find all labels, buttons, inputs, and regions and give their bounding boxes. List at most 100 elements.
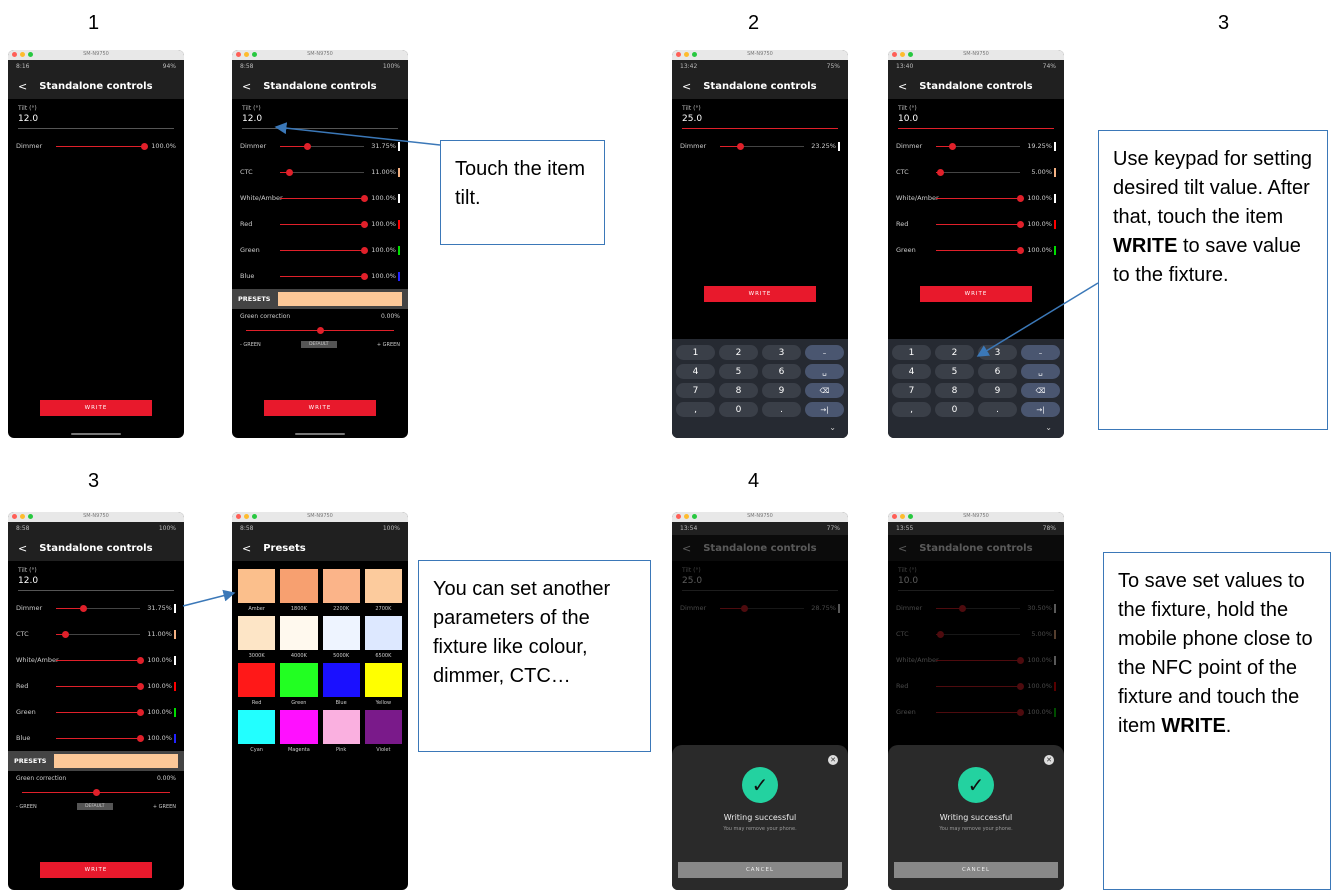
keypad-key[interactable]: . [978, 402, 1017, 417]
slider-knob[interactable] [62, 630, 70, 638]
keypad-key[interactable]: 0 [719, 402, 758, 417]
keypad-key[interactable]: ⌫ [805, 383, 844, 398]
slider-track[interactable] [56, 604, 140, 612]
keypad-key[interactable]: 1 [676, 345, 715, 360]
write-button[interactable]: WRITE [704, 286, 816, 302]
slider-track[interactable] [936, 604, 1020, 612]
slider-knob[interactable] [137, 656, 144, 664]
keypad-key[interactable]: 3 [762, 345, 801, 360]
slider-knob[interactable] [1017, 194, 1024, 202]
slider-track[interactable] [936, 708, 1024, 716]
default-button[interactable]: DEFAULT [301, 341, 337, 348]
keypad-key[interactable]: , [676, 402, 715, 417]
preset-swatch[interactable] [280, 569, 318, 603]
tilt-field[interactable]: Tilt (°) 10.0 [888, 99, 1064, 133]
preset-swatch[interactable] [238, 569, 276, 603]
slider-track[interactable] [936, 168, 1020, 176]
green-correction-slider[interactable] [22, 789, 170, 796]
keypad-key[interactable]: 6 [978, 364, 1017, 379]
preset-swatch[interactable] [280, 663, 318, 697]
keypad-key[interactable]: 5 [935, 364, 974, 379]
slider-track[interactable] [936, 682, 1024, 690]
back-icon[interactable]: < [682, 542, 691, 555]
keypad-key[interactable]: 7 [676, 383, 715, 398]
back-icon[interactable]: < [242, 542, 251, 555]
keypad-key[interactable]: 3 [978, 345, 1017, 360]
slider-track[interactable] [280, 168, 364, 176]
keypad-key[interactable]: →| [805, 402, 844, 417]
green-correction-slider[interactable] [246, 327, 394, 334]
back-icon[interactable]: < [242, 80, 251, 93]
slider-track[interactable] [280, 220, 368, 228]
slider-knob[interactable] [1017, 708, 1024, 716]
slider-track[interactable] [280, 246, 368, 254]
slider-track[interactable] [936, 194, 1024, 202]
default-button[interactable]: DEFAULT [77, 803, 113, 810]
slider-knob[interactable] [1017, 246, 1024, 254]
write-button[interactable]: WRITE [40, 862, 152, 878]
preset-item[interactable]: Green [280, 663, 318, 706]
slider-track[interactable] [56, 142, 148, 150]
preset-swatch[interactable] [364, 569, 402, 603]
keyboard-collapse-icon[interactable]: ⌄ [892, 421, 1060, 438]
preset-item[interactable]: 6500K [364, 616, 402, 659]
slider-knob[interactable] [361, 272, 368, 280]
keypad-key[interactable]: 7 [892, 383, 931, 398]
keypad-key[interactable]: ␣ [1021, 364, 1060, 379]
slider-knob[interactable] [79, 604, 87, 612]
preset-swatch[interactable] [238, 616, 276, 650]
slider-track[interactable] [56, 656, 144, 664]
slider-track[interactable] [56, 630, 140, 638]
tilt-field[interactable]: Tilt (°) 12.0 [8, 99, 184, 133]
keypad-key[interactable]: , [892, 402, 931, 417]
cancel-button[interactable]: CANCEL [678, 862, 842, 878]
green-correction-knob[interactable] [317, 327, 324, 334]
preset-swatch[interactable] [322, 569, 360, 603]
preset-item[interactable]: Blue [322, 663, 360, 706]
preset-swatch[interactable] [364, 616, 402, 650]
preset-item[interactable]: Pink [322, 710, 360, 753]
slider-track[interactable] [720, 604, 804, 612]
slider-track[interactable] [936, 630, 1020, 638]
close-dialog-icon[interactable]: ✕ [828, 755, 838, 765]
slider-knob[interactable] [1017, 220, 1024, 228]
keypad-key[interactable]: 5 [719, 364, 758, 379]
slider-knob[interactable] [286, 168, 294, 176]
preset-swatch[interactable] [280, 616, 318, 650]
slider-knob[interactable] [937, 630, 945, 638]
slider-track[interactable] [720, 142, 804, 150]
write-button[interactable]: WRITE [40, 400, 152, 416]
slider-knob[interactable] [137, 682, 144, 690]
write-button[interactable]: WRITE [920, 286, 1032, 302]
preset-swatch[interactable] [322, 616, 360, 650]
tilt-value[interactable]: 12.0 [18, 576, 174, 586]
tilt-field[interactable]: Tilt (°) 12.0 [232, 99, 408, 133]
presets-bar[interactable]: PRESETS [232, 289, 408, 309]
keypad-key[interactable]: . [762, 402, 801, 417]
keypad-key[interactable]: ␣ [805, 364, 844, 379]
back-icon[interactable]: < [898, 542, 907, 555]
back-icon[interactable]: < [18, 542, 27, 555]
green-correction-knob[interactable] [93, 789, 100, 796]
slider-knob[interactable] [361, 220, 368, 228]
preset-color-chip[interactable] [278, 292, 402, 306]
write-button[interactable]: WRITE [264, 400, 376, 416]
tilt-value[interactable]: 25.0 [682, 114, 838, 124]
keypad-key[interactable]: 8 [719, 383, 758, 398]
slider-knob[interactable] [958, 604, 966, 612]
preset-color-chip[interactable] [54, 754, 178, 768]
preset-item[interactable]: 3000K [238, 616, 276, 659]
keypad-key[interactable]: 9 [978, 383, 1017, 398]
slider-track[interactable] [280, 142, 364, 150]
back-icon[interactable]: < [682, 80, 691, 93]
tilt-value[interactable]: 12.0 [18, 114, 174, 124]
tilt-field[interactable]: Tilt (°) 10.0 [888, 561, 1064, 595]
slider-knob[interactable] [937, 168, 945, 176]
preset-item[interactable]: Yellow [364, 663, 402, 706]
slider-knob[interactable] [137, 708, 144, 716]
tilt-field[interactable]: Tilt (°) 25.0 [672, 561, 848, 595]
slider-knob[interactable] [949, 142, 957, 150]
keypad-key[interactable]: 9 [762, 383, 801, 398]
keypad-key[interactable]: 4 [892, 364, 931, 379]
slider-knob[interactable] [1017, 682, 1024, 690]
